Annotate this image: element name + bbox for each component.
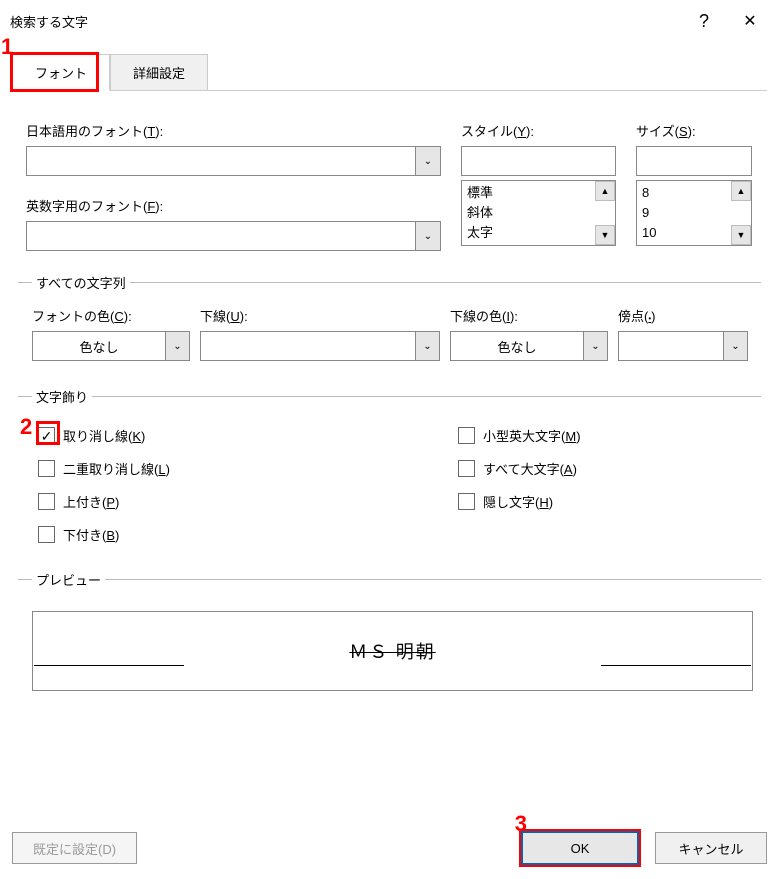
size-listbox[interactable]: 8 9 10 ▲ ▼ bbox=[636, 180, 752, 246]
list-item[interactable]: 9 bbox=[642, 203, 728, 223]
chevron-down-icon: ⌄ bbox=[424, 231, 432, 242]
preview-box: ＭＳ 明朝 bbox=[32, 611, 753, 691]
chevron-down-icon: ⌄ bbox=[173, 341, 181, 352]
jp-font-combo[interactable]: ⌄ bbox=[26, 146, 441, 176]
superscript-label: 上付き(P) bbox=[63, 492, 119, 511]
preview-baseline-right bbox=[601, 665, 751, 666]
dropdown-button[interactable]: ⌄ bbox=[723, 332, 747, 360]
emphasis-value bbox=[619, 332, 723, 360]
preview-text: ＭＳ 明朝 bbox=[349, 638, 436, 664]
all-text-legend: すべての文字列 bbox=[32, 273, 130, 292]
dialog-title: 検索する文字 bbox=[10, 12, 681, 31]
checkbox-icon bbox=[458, 460, 475, 477]
list-item[interactable]: 標準 bbox=[467, 183, 592, 203]
size-label: サイズ(S): bbox=[636, 121, 752, 140]
checkbox-icon bbox=[38, 526, 55, 543]
jp-font-dropdown-button[interactable]: ⌄ bbox=[415, 146, 441, 176]
subscript-checkbox[interactable]: 下付き(B) bbox=[38, 525, 338, 544]
list-item[interactable]: 10 bbox=[642, 223, 728, 243]
chevron-down-icon: ⌄ bbox=[423, 341, 431, 352]
scroll-up-button[interactable]: ▲ bbox=[595, 181, 615, 201]
underline-value bbox=[201, 332, 415, 360]
double-strike-label: 二重取り消し線(L) bbox=[63, 459, 170, 478]
hidden-checkbox[interactable]: 隠し文字(H) bbox=[458, 492, 581, 511]
smallcaps-checkbox[interactable]: 小型英大文字(M) bbox=[458, 426, 581, 445]
dropdown-button[interactable]: ⌄ bbox=[583, 332, 607, 360]
underline-color-label: 下線の色(I): bbox=[450, 306, 608, 325]
superscript-checkbox[interactable]: 上付き(P) bbox=[38, 492, 338, 511]
ok-button[interactable]: OK bbox=[522, 832, 638, 864]
latin-font-label: 英数字用のフォント(F): bbox=[26, 196, 441, 215]
strike-label: 取り消し線(K) bbox=[63, 426, 145, 445]
emphasis-combo[interactable]: ⌄ bbox=[618, 331, 748, 361]
tab-font[interactable]: フォント bbox=[12, 54, 110, 91]
set-default-button: 既定に設定(D) bbox=[12, 832, 137, 864]
emphasis-label: 傍点(•) bbox=[618, 306, 748, 325]
checkbox-icon bbox=[38, 460, 55, 477]
smallcaps-label: 小型英大文字(M) bbox=[483, 426, 581, 445]
font-color-label: フォントの色(C): bbox=[32, 306, 190, 325]
chevron-down-icon: ⌄ bbox=[591, 341, 599, 352]
list-item[interactable]: 太字 bbox=[467, 223, 592, 243]
list-item[interactable]: 斜体 bbox=[467, 203, 592, 223]
allcaps-label: すべて大文字(A) bbox=[483, 459, 577, 478]
tab-advanced[interactable]: 詳細設定 bbox=[110, 54, 208, 91]
preview-legend: プレビュー bbox=[32, 570, 105, 589]
double-strike-checkbox[interactable]: 二重取り消し線(L) bbox=[38, 459, 338, 478]
jp-font-label: 日本語用のフォント(T): bbox=[26, 121, 441, 140]
strike-checkbox[interactable]: ✓ 取り消し線(K) bbox=[38, 426, 338, 445]
style-listbox[interactable]: 標準 斜体 太字 ▲ ▼ bbox=[461, 180, 616, 246]
checkbox-icon bbox=[458, 427, 475, 444]
font-color-value: 色なし bbox=[33, 332, 165, 360]
scroll-up-button[interactable]: ▲ bbox=[731, 181, 751, 201]
underline-color-value: 色なし bbox=[451, 332, 583, 360]
preview-baseline-left bbox=[34, 665, 184, 666]
checkbox-icon-checked: ✓ bbox=[38, 427, 55, 444]
decorations-legend: 文字飾り bbox=[32, 387, 92, 406]
close-icon[interactable]: ✕ bbox=[727, 0, 773, 42]
allcaps-checkbox[interactable]: すべて大文字(A) bbox=[458, 459, 581, 478]
style-label: スタイル(Y): bbox=[461, 121, 616, 140]
scroll-down-button[interactable]: ▼ bbox=[731, 225, 751, 245]
checkbox-icon bbox=[38, 493, 55, 510]
subscript-label: 下付き(B) bbox=[63, 525, 119, 544]
chevron-down-icon: ⌄ bbox=[424, 156, 432, 167]
checkbox-icon bbox=[458, 493, 475, 510]
annotation-2: 2 bbox=[20, 414, 32, 440]
chevron-down-icon: ⌄ bbox=[731, 341, 739, 352]
underline-combo[interactable]: ⌄ bbox=[200, 331, 440, 361]
dropdown-button[interactable]: ⌄ bbox=[165, 332, 189, 360]
hidden-label: 隠し文字(H) bbox=[483, 492, 553, 511]
style-input[interactable] bbox=[461, 146, 616, 176]
annotation-3-box: OK bbox=[519, 829, 641, 867]
list-item[interactable]: 8 bbox=[642, 183, 728, 203]
dropdown-button[interactable]: ⌄ bbox=[415, 332, 439, 360]
scroll-down-button[interactable]: ▼ bbox=[595, 225, 615, 245]
underline-label: 下線(U): bbox=[200, 306, 440, 325]
font-color-combo[interactable]: 色なし ⌄ bbox=[32, 331, 190, 361]
underline-color-combo[interactable]: 色なし ⌄ bbox=[450, 331, 608, 361]
latin-font-combo[interactable]: ⌄ bbox=[26, 221, 441, 251]
latin-font-dropdown-button[interactable]: ⌄ bbox=[415, 221, 441, 251]
jp-font-input[interactable] bbox=[26, 146, 415, 176]
latin-font-input[interactable] bbox=[26, 221, 415, 251]
size-input[interactable] bbox=[636, 146, 752, 176]
cancel-button[interactable]: キャンセル bbox=[655, 832, 767, 864]
help-icon[interactable]: ? bbox=[681, 0, 727, 42]
